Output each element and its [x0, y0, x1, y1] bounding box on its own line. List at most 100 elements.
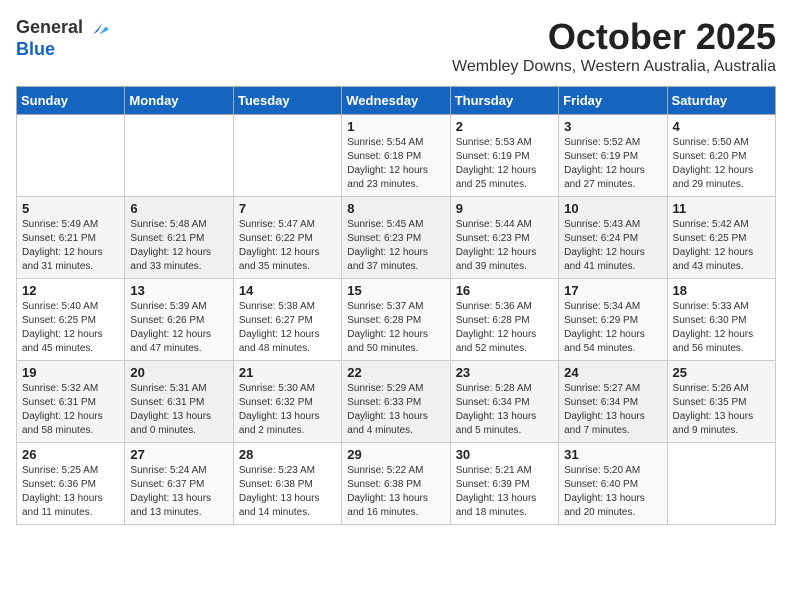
logo: General Blue: [16, 16, 109, 60]
day-number: 13: [130, 283, 227, 298]
cell-3-2: 21 Sunrise: 5:30 AM Sunset: 6:32 PM Dayli…: [233, 361, 341, 443]
cell-0-1: [125, 115, 233, 197]
day-number: 14: [239, 283, 336, 298]
day-number: 11: [673, 201, 770, 216]
week-row-4: 26Sunrise: 5:25 AM Sunset: 6:36 PM Dayli…: [17, 443, 776, 525]
cell-1-4: 9 Sunrise: 5:44 AM Sunset: 6:23 PM Daylig…: [450, 197, 558, 279]
logo-blue: Blue: [16, 40, 55, 60]
day-number: 31: [564, 447, 661, 462]
calendar-table: SundayMondayTuesdayWednesdayThursdayFrid…: [16, 86, 776, 525]
day-number: 27: [130, 447, 227, 462]
cell-1-6: 11 Sunrise: 5:42 AM Sunset: 6:25 PM Dayli…: [667, 197, 775, 279]
header-tuesday: Tuesday: [233, 87, 341, 115]
day-number: 30: [456, 447, 553, 462]
day-number: 3: [564, 119, 661, 134]
cell-3-0: 19 Sunrise: 5:32 AM Sunset: 6:31 PM Dayli…: [17, 361, 125, 443]
header-thursday: Thursday: [450, 87, 558, 115]
cell-3-3: 22Sunrise: 5:29 AM Sunset: 6:33 PM Dayli…: [342, 361, 450, 443]
day-info: Sunrise: 5:31 AM Sunset: 6:31 PM Dayligh…: [130, 382, 227, 438]
day-info: Sunrise: 5:36 AM Sunset: 6:28 PM Dayligh…: [456, 300, 553, 356]
cell-2-3: 15 Sunrise: 5:37 AM Sunset: 6:28 PM Dayli…: [342, 279, 450, 361]
cell-1-1: 6 Sunrise: 5:48 AM Sunset: 6:21 PM Daylig…: [125, 197, 233, 279]
cell-4-5: 31 Sunrise: 5:20 AM Sunset: 6:40 PM Dayli…: [559, 443, 667, 525]
day-info: Sunrise: 5:43 AM Sunset: 6:24 PM Dayligh…: [564, 218, 661, 274]
day-info: Sunrise: 5:37 AM Sunset: 6:28 PM Dayligh…: [347, 300, 444, 356]
cell-4-4: 30 Sunrise: 5:21 AM Sunset: 6:39 PM Dayli…: [450, 443, 558, 525]
day-info: Sunrise: 5:54 AM Sunset: 6:18 PM Dayligh…: [347, 136, 444, 192]
day-info: Sunrise: 5:34 AM Sunset: 6:29 PM Dayligh…: [564, 300, 661, 356]
cell-4-2: 28Sunrise: 5:23 AM Sunset: 6:38 PM Dayli…: [233, 443, 341, 525]
cell-3-6: 25Sunrise: 5:26 AM Sunset: 6:35 PM Dayli…: [667, 361, 775, 443]
day-info: Sunrise: 5:27 AM Sunset: 6:34 PM Dayligh…: [564, 382, 661, 438]
day-number: 15: [347, 283, 444, 298]
day-info: Sunrise: 5:44 AM Sunset: 6:23 PM Dayligh…: [456, 218, 553, 274]
cell-2-2: 14 Sunrise: 5:38 AM Sunset: 6:27 PM Dayli…: [233, 279, 341, 361]
day-info: Sunrise: 5:24 AM Sunset: 6:37 PM Dayligh…: [130, 464, 227, 520]
month-title: October 2025: [452, 16, 776, 58]
day-info: Sunrise: 5:40 AM Sunset: 6:25 PM Dayligh…: [22, 300, 119, 356]
cell-2-4: 16 Sunrise: 5:36 AM Sunset: 6:28 PM Dayli…: [450, 279, 558, 361]
cell-0-4: 2 Sunrise: 5:53 AM Sunset: 6:19 PM Daylig…: [450, 115, 558, 197]
day-number: 10: [564, 201, 661, 216]
day-number: 29: [347, 447, 444, 462]
cell-1-3: 8 Sunrise: 5:45 AM Sunset: 6:23 PM Daylig…: [342, 197, 450, 279]
day-info: Sunrise: 5:39 AM Sunset: 6:26 PM Dayligh…: [130, 300, 227, 356]
header-friday: Friday: [559, 87, 667, 115]
cell-0-3: 1 Sunrise: 5:54 AM Sunset: 6:18 PM Daylig…: [342, 115, 450, 197]
header-wednesday: Wednesday: [342, 87, 450, 115]
day-info: Sunrise: 5:22 AM Sunset: 6:38 PM Dayligh…: [347, 464, 444, 520]
cell-0-0: [17, 115, 125, 197]
header-sunday: Sunday: [17, 87, 125, 115]
day-info: Sunrise: 5:33 AM Sunset: 6:30 PM Dayligh…: [673, 300, 770, 356]
day-number: 24: [564, 365, 661, 380]
day-info: Sunrise: 5:45 AM Sunset: 6:23 PM Dayligh…: [347, 218, 444, 274]
day-info: Sunrise: 5:42 AM Sunset: 6:25 PM Dayligh…: [673, 218, 770, 274]
day-info: Sunrise: 5:21 AM Sunset: 6:39 PM Dayligh…: [456, 464, 553, 520]
day-number: 12: [22, 283, 119, 298]
day-info: Sunrise: 5:28 AM Sunset: 6:34 PM Dayligh…: [456, 382, 553, 438]
day-info: Sunrise: 5:20 AM Sunset: 6:40 PM Dayligh…: [564, 464, 661, 520]
day-number: 6: [130, 201, 227, 216]
day-number: 23: [456, 365, 553, 380]
week-row-0: 1 Sunrise: 5:54 AM Sunset: 6:18 PM Daylig…: [17, 115, 776, 197]
cell-0-6: 4 Sunrise: 5:50 AM Sunset: 6:20 PM Daylig…: [667, 115, 775, 197]
day-info: Sunrise: 5:48 AM Sunset: 6:21 PM Dayligh…: [130, 218, 227, 274]
cell-4-1: 27 Sunrise: 5:24 AM Sunset: 6:37 PM Dayli…: [125, 443, 233, 525]
cell-0-2: [233, 115, 341, 197]
day-number: 16: [456, 283, 553, 298]
cell-3-1: 20 Sunrise: 5:31 AM Sunset: 6:31 PM Dayli…: [125, 361, 233, 443]
day-info: Sunrise: 5:53 AM Sunset: 6:19 PM Dayligh…: [456, 136, 553, 192]
title-area: October 2025 Wembley Downs, Western Aust…: [452, 16, 776, 76]
day-info: Sunrise: 5:38 AM Sunset: 6:27 PM Dayligh…: [239, 300, 336, 356]
day-number: 4: [673, 119, 770, 134]
day-info: Sunrise: 5:23 AM Sunset: 6:38 PM Dayligh…: [239, 464, 336, 520]
week-row-1: 5Sunrise: 5:49 AM Sunset: 6:21 PM Daylig…: [17, 197, 776, 279]
week-row-2: 12 Sunrise: 5:40 AM Sunset: 6:25 PM Dayli…: [17, 279, 776, 361]
location-title: Wembley Downs, Western Australia, Austra…: [452, 58, 776, 76]
week-row-3: 19 Sunrise: 5:32 AM Sunset: 6:31 PM Dayli…: [17, 361, 776, 443]
day-number: 9: [456, 201, 553, 216]
cell-3-5: 24 Sunrise: 5:27 AM Sunset: 6:34 PM Dayli…: [559, 361, 667, 443]
day-info: Sunrise: 5:50 AM Sunset: 6:20 PM Dayligh…: [673, 136, 770, 192]
cell-1-5: 10 Sunrise: 5:43 AM Sunset: 6:24 PM Dayli…: [559, 197, 667, 279]
day-info: Sunrise: 5:30 AM Sunset: 6:32 PM Dayligh…: [239, 382, 336, 438]
day-number: 5: [22, 201, 119, 216]
day-number: 21: [239, 365, 336, 380]
day-number: 8: [347, 201, 444, 216]
cell-1-0: 5Sunrise: 5:49 AM Sunset: 6:21 PM Daylig…: [17, 197, 125, 279]
logo-general: General: [16, 18, 83, 38]
day-info: Sunrise: 5:32 AM Sunset: 6:31 PM Dayligh…: [22, 382, 119, 438]
day-info: Sunrise: 5:47 AM Sunset: 6:22 PM Dayligh…: [239, 218, 336, 274]
cell-0-5: 3 Sunrise: 5:52 AM Sunset: 6:19 PM Daylig…: [559, 115, 667, 197]
day-number: 22: [347, 365, 444, 380]
day-number: 20: [130, 365, 227, 380]
day-number: 19: [22, 365, 119, 380]
day-number: 2: [456, 119, 553, 134]
cell-2-6: 18 Sunrise: 5:33 AM Sunset: 6:30 PM Dayli…: [667, 279, 775, 361]
cell-1-2: 7Sunrise: 5:47 AM Sunset: 6:22 PM Daylig…: [233, 197, 341, 279]
day-number: 1: [347, 119, 444, 134]
cell-4-0: 26Sunrise: 5:25 AM Sunset: 6:36 PM Dayli…: [17, 443, 125, 525]
day-number: 18: [673, 283, 770, 298]
day-info: Sunrise: 5:52 AM Sunset: 6:19 PM Dayligh…: [564, 136, 661, 192]
cell-2-0: 12 Sunrise: 5:40 AM Sunset: 6:25 PM Dayli…: [17, 279, 125, 361]
